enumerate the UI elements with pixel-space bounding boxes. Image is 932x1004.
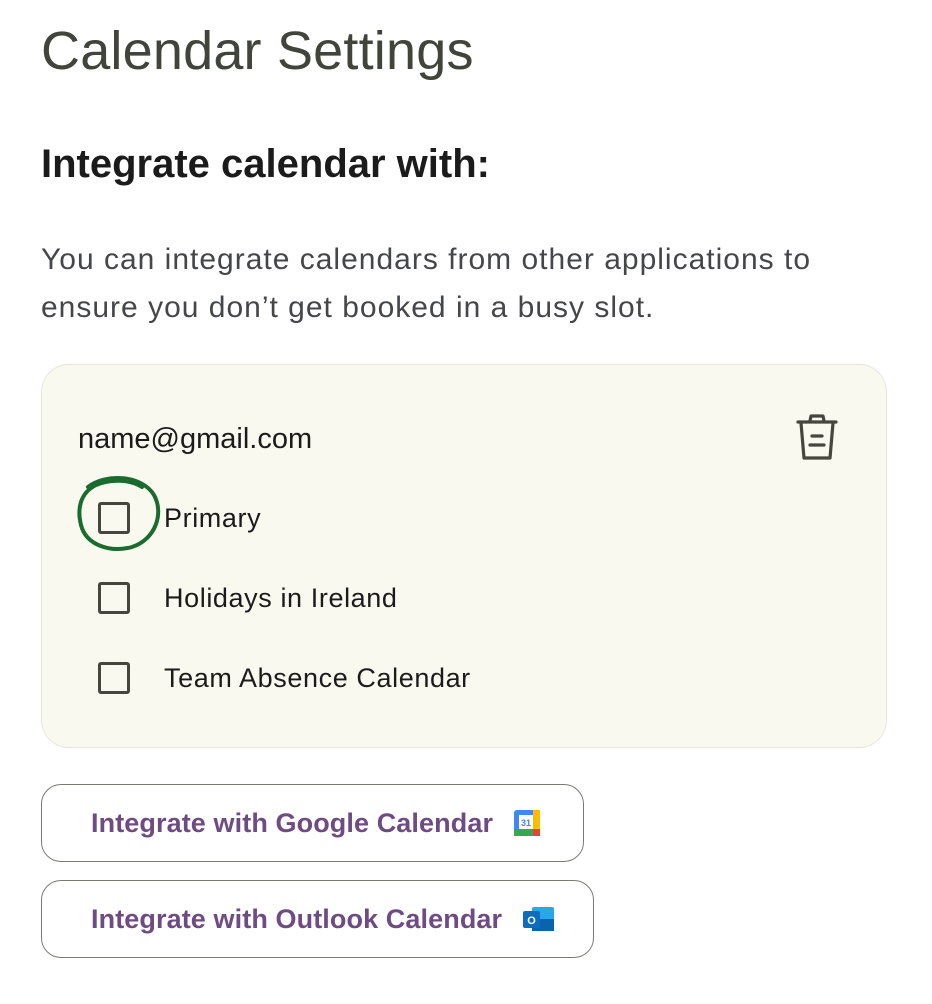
google-calendar-icon: 31 xyxy=(513,809,541,837)
account-email: name@gmail.com xyxy=(78,423,313,455)
delete-account-button[interactable] xyxy=(788,409,846,467)
checkbox-holidays[interactable] xyxy=(98,582,130,614)
calendar-option-holidays: Holidays in Ireland xyxy=(98,578,398,618)
integrate-outlook-calendar-button[interactable]: Integrate with Outlook Calendar O xyxy=(41,880,594,958)
integration-heading: Integrate calendar with: xyxy=(41,142,490,186)
calendar-label-team-absence: Team Absence Calendar xyxy=(164,663,471,693)
calendar-account-card: name@gmail.com Primary Holidays in Irela… xyxy=(41,364,887,748)
integrate-google-label: Integrate with Google Calendar xyxy=(91,807,494,838)
checkbox-primary[interactable] xyxy=(98,502,130,534)
page-title: Calendar Settings xyxy=(41,21,474,81)
outlook-icon: O xyxy=(522,905,556,933)
outlook-icon-text: O xyxy=(527,915,536,927)
calendar-label-holidays: Holidays in Ireland xyxy=(164,583,398,613)
calendar-option-team-absence: Team Absence Calendar xyxy=(98,658,471,698)
trash-icon xyxy=(796,414,838,460)
integration-description: You can integrate calendars from other a… xyxy=(41,243,812,324)
checkbox-team-absence[interactable] xyxy=(98,662,130,694)
calendar-settings-page: Calendar Settings Integrate calendar wit… xyxy=(0,0,932,1004)
calendar-label-primary: Primary xyxy=(164,503,262,533)
integrate-outlook-label: Integrate with Outlook Calendar xyxy=(91,903,503,934)
calendar-option-primary: Primary xyxy=(98,498,261,538)
google-calendar-icon-text: 31 xyxy=(521,818,531,828)
integrate-google-calendar-button[interactable]: Integrate with Google Calendar 31 xyxy=(41,784,584,862)
